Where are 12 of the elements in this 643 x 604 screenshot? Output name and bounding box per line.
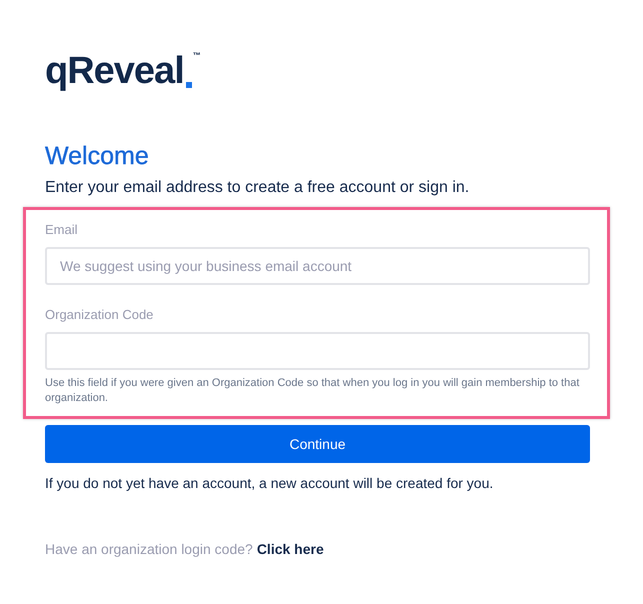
input-field[interactable]: We suggest using your business email account [45, 247, 590, 285]
field-label: Email [45, 222, 79, 237]
logo: qReveal ™ [45, 52, 201, 90]
help-text: Use this field if you were given an Organization Code so that when you log in you will gain membership to that organization. [45, 376, 580, 406]
login-code-prompt: Have an organization login code? [45, 540, 253, 557]
input-field[interactable] [45, 332, 590, 370]
click-here-link[interactable]: Click here [256, 540, 324, 557]
welcome-heading: Welcome [45, 142, 150, 171]
account-note: If you do not yet have an account, a new account will be created for you. [45, 474, 494, 491]
continue-button[interactable]: Continue [45, 424, 590, 463]
subtitle: Enter your email address to create a free account or sign in. [45, 179, 470, 197]
field-label: Organization Code [45, 307, 154, 322]
